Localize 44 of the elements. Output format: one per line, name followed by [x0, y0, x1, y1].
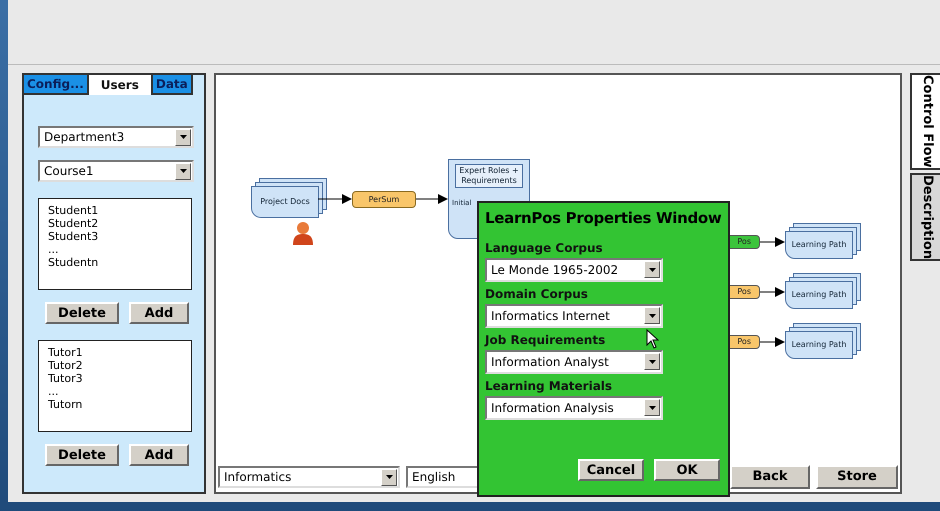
list-item[interactable]: Student3: [48, 230, 191, 243]
push-button[interactable]: Cancel: [578, 459, 644, 481]
push-button[interactable]: Add: [129, 444, 189, 466]
push-button[interactable]: Add: [129, 302, 189, 324]
tab[interactable]: Data: [152, 75, 193, 95]
connector-arrow: [416, 194, 448, 204]
side-tab[interactable]: Description: [910, 172, 940, 261]
mouse-pointer-icon: [646, 329, 659, 349]
list-item[interactable]: ...: [48, 385, 191, 398]
connector-arrow: [760, 337, 785, 347]
push-button[interactable]: Store: [816, 465, 898, 489]
tab[interactable]: Users: [88, 75, 153, 95]
list-item[interactable]: Studentn: [48, 256, 191, 269]
tab[interactable]: Config...: [24, 75, 89, 95]
push-button[interactable]: Back: [730, 465, 810, 489]
connector-arrow: [760, 237, 785, 247]
field-label: Language Corpus: [485, 240, 603, 257]
dropdown-field[interactable]: Information Analysis: [485, 396, 663, 420]
list-item[interactable]: Student1: [48, 204, 191, 217]
dropdown-field[interactable]: Informatics: [218, 466, 400, 488]
dialog-title: LearnPos Properties Window: [485, 208, 722, 229]
push-button[interactable]: Delete: [45, 444, 119, 466]
dropdown-field[interactable]: Le Monde 1965-2002: [485, 258, 663, 282]
side-tab[interactable]: Control Flow: [910, 73, 940, 170]
list-item[interactable]: Tutor1: [48, 346, 191, 359]
list-item[interactable]: Tutor3: [48, 372, 191, 385]
field-label: Job Requirements: [485, 332, 606, 348]
field-label: Learning Materials: [485, 378, 612, 395]
list-item[interactable]: ...: [48, 243, 191, 256]
process-node: PerSum: [352, 191, 416, 208]
push-button[interactable]: Delete: [45, 302, 119, 324]
push-button[interactable]: OK: [654, 459, 720, 481]
dropdown-field[interactable]: Course1: [38, 160, 194, 182]
list-item[interactable]: Tutor2: [48, 359, 191, 372]
dropdown-field[interactable]: Informatics Internet: [485, 304, 663, 328]
person-icon: [292, 221, 314, 245]
list-item[interactable]: Tutorn: [48, 398, 191, 411]
dropdown-field[interactable]: Information Analyst: [485, 350, 663, 374]
requirements-label: Expert Roles + Requirements: [455, 164, 523, 188]
dropdown-field[interactable]: Department3: [38, 126, 194, 148]
connector-arrow: [760, 287, 785, 297]
list-item[interactable]: Student2: [48, 217, 191, 230]
connector-arrow: [318, 194, 352, 204]
field-label: Domain Corpus: [485, 286, 588, 302]
